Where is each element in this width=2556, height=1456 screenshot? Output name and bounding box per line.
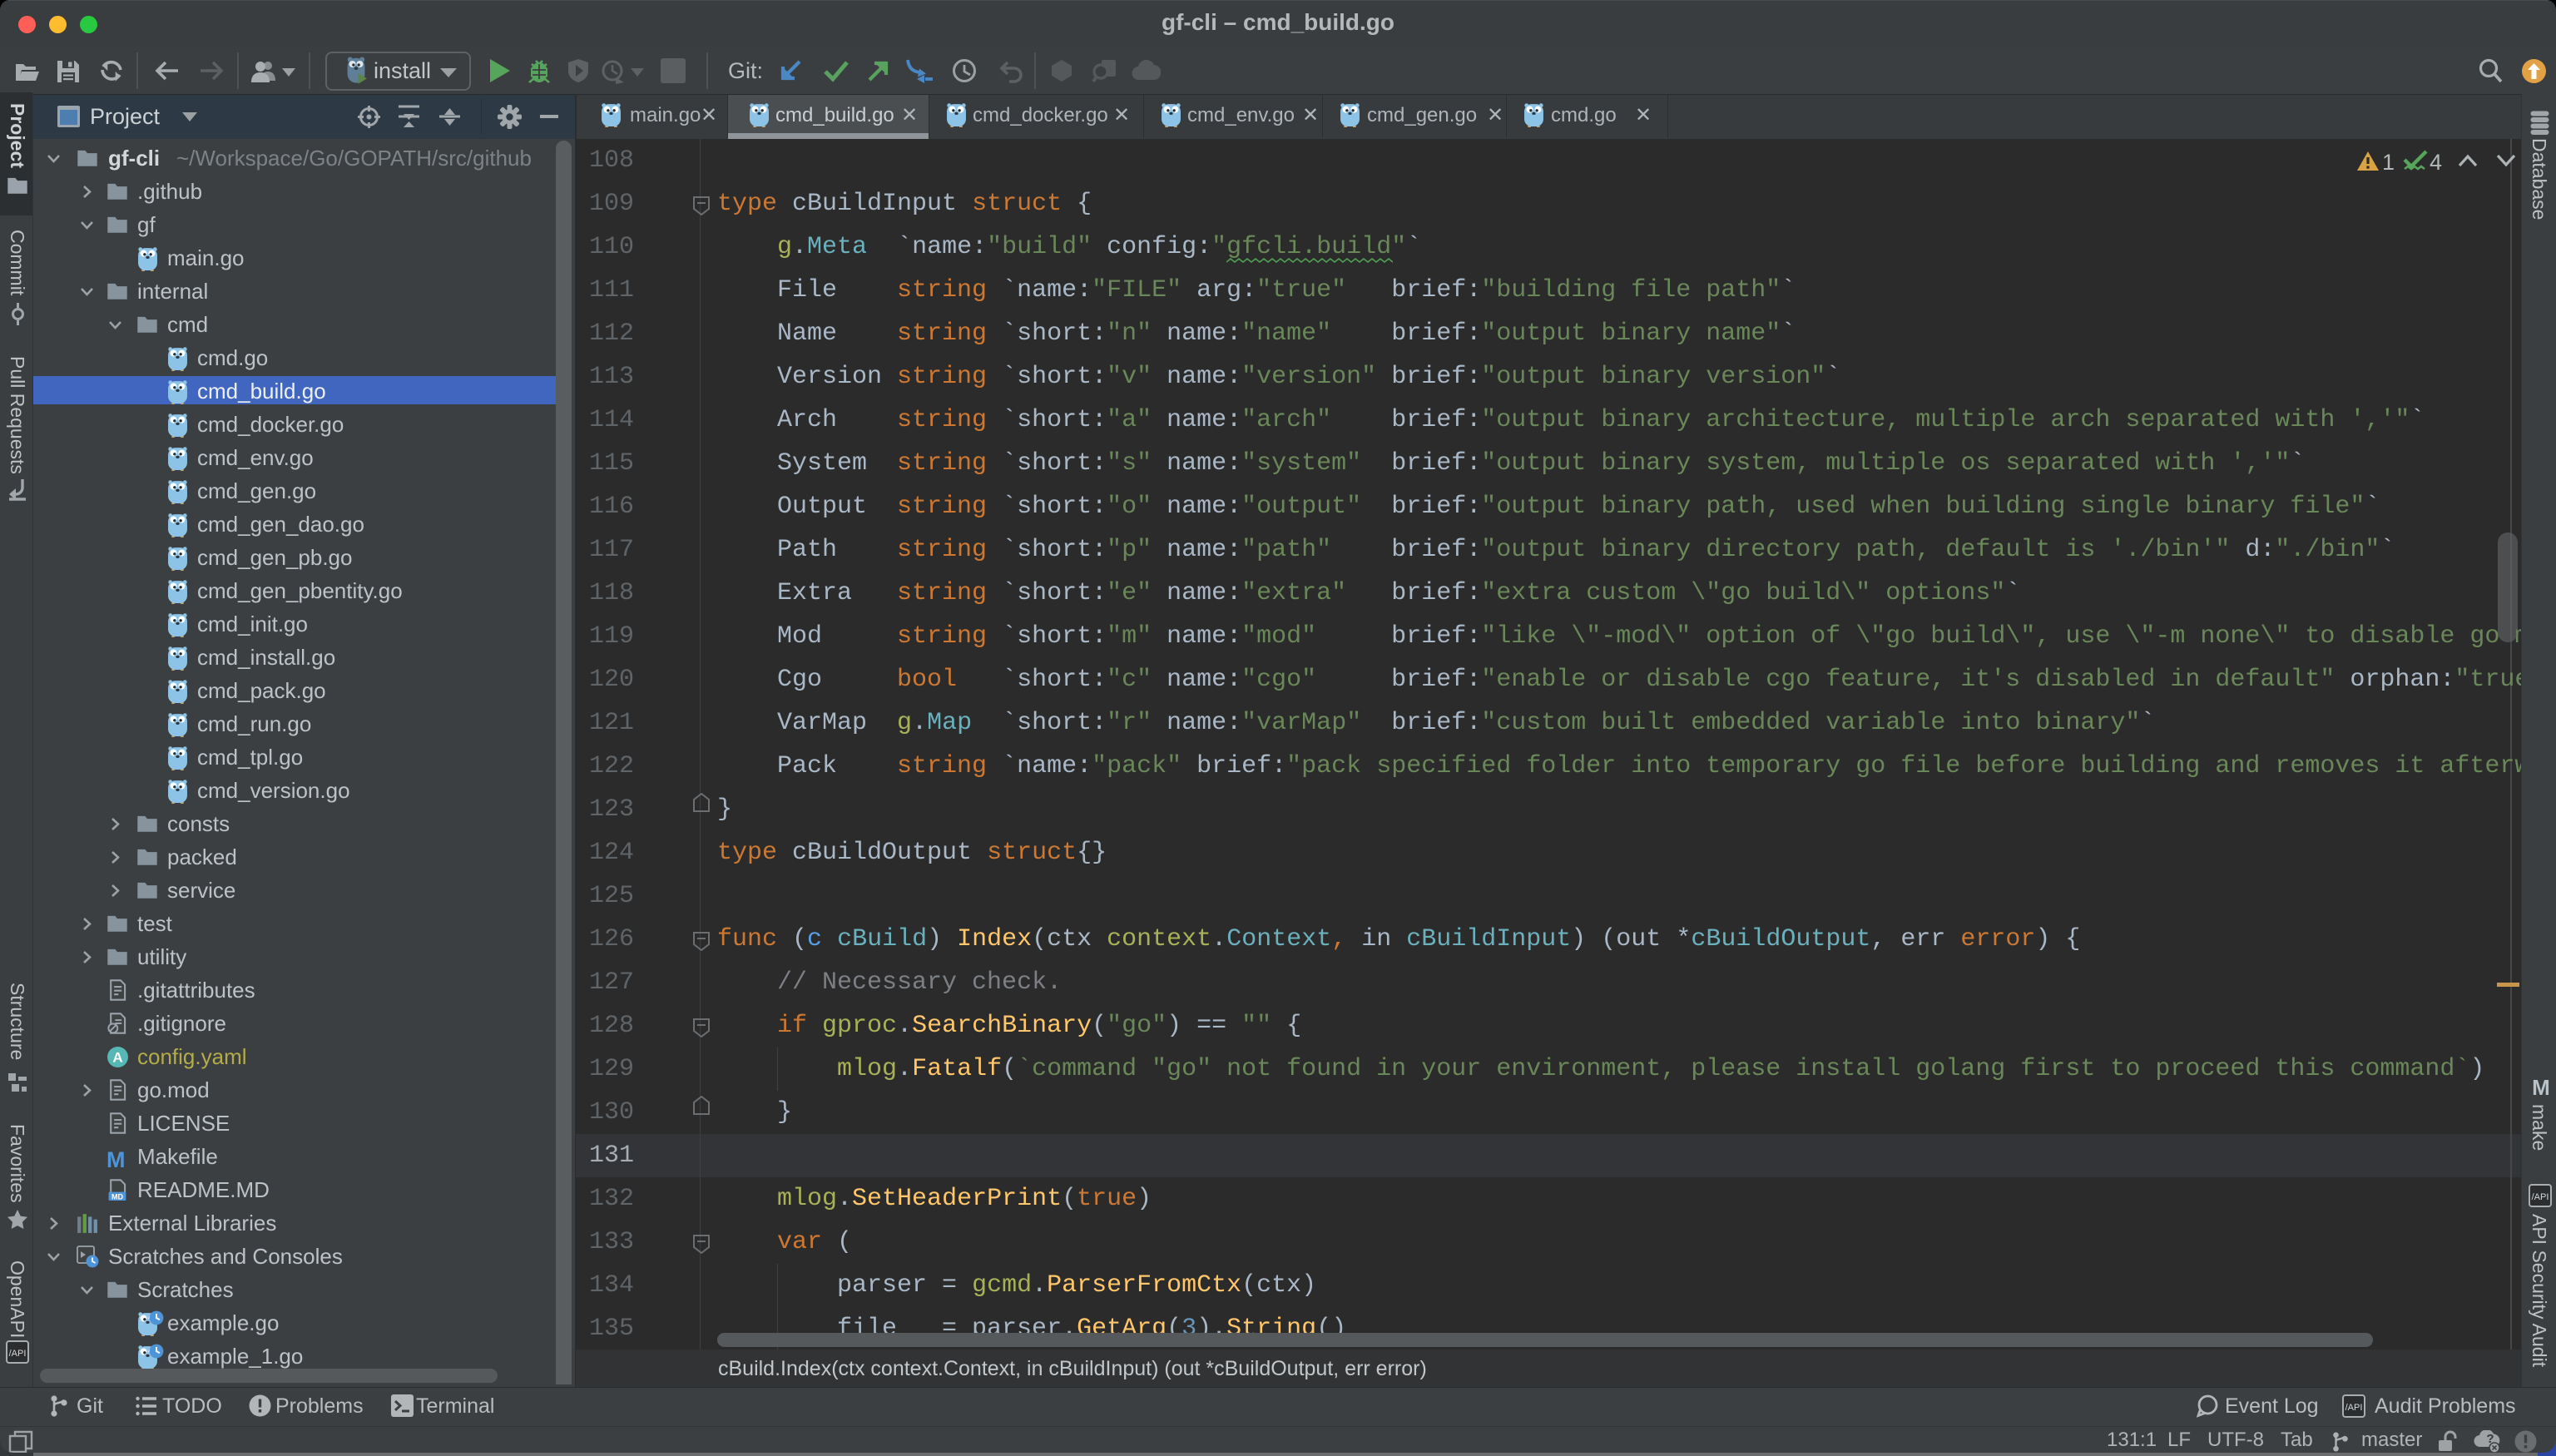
svg-text:/API: /API [2345,1403,2363,1413]
svg-text:/API: /API [2532,1192,2549,1202]
svg-text:/API: /API [9,1349,27,1359]
svg-text:MD: MD [111,1193,124,1201]
svg-text:A: A [112,1050,122,1066]
